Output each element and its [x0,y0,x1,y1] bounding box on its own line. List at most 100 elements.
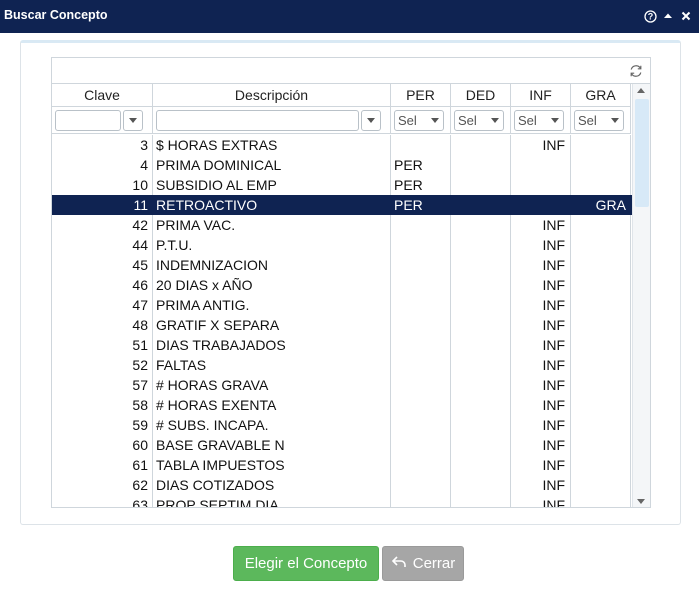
table-row[interactable]: 60 BASE GRAVABLE N INF [52,435,632,455]
header-ded[interactable]: DED [451,84,511,106]
close-icon[interactable] [679,9,693,23]
cell-per [391,475,451,495]
cell-inf: INF [511,495,571,507]
cell-inf: INF [511,375,571,395]
table-row[interactable]: 45 INDEMNIZACION INF [52,255,632,275]
cell-gra [571,435,631,455]
table-row[interactable]: 44 P.T.U. INF [52,235,632,255]
descripcion-filter-input[interactable] [156,109,359,131]
close-button[interactable]: Cerrar [382,546,464,581]
cell-inf: INF [511,215,571,235]
ded-filter-select[interactable]: Sel [454,109,504,131]
cell-descripcion: PRIMA VAC. [153,215,391,235]
cell-gra [571,395,631,415]
cell-clave: 61 [52,455,153,475]
cell-per [391,335,451,355]
table-row[interactable]: 52 FALTAS INF [52,355,632,375]
cell-gra [571,235,631,255]
cell-descripcion: RETROACTIVO [153,195,391,215]
table-row[interactable]: 63 PROP SEPTIM DIA INF [52,495,632,507]
cell-per [391,455,451,475]
buscar-concepto-dialog: Buscar Concepto ? Clave Descripción PER … [0,0,699,599]
vertical-scrollbar[interactable] [632,84,650,507]
cell-descripcion: SUBSIDIO AL EMP [153,175,391,195]
cell-descripcion: PRIMA DOMINICAL [153,155,391,175]
cell-descripcion: P.T.U. [153,235,391,255]
table-row[interactable]: 57 # HORAS GRAVA INF [52,375,632,395]
gra-filter-value: Sel [578,112,597,128]
cell-per [391,275,451,295]
cell-per: PER [391,155,451,175]
table-row[interactable]: 4 PRIMA DOMINICAL PER [52,155,632,175]
cell-gra [571,315,631,335]
scrollbar-thumb[interactable] [635,99,649,207]
cell-ded [451,435,511,455]
chevron-down-icon [367,117,375,123]
cell-inf [511,175,571,195]
cell-inf: INF [511,455,571,475]
cell-clave: 59 [52,415,153,435]
table-row[interactable]: 62 DIAS COTIZADOS INF [52,475,632,495]
cell-clave: 62 [52,475,153,495]
cell-inf: INF [511,275,571,295]
cell-gra [571,295,631,315]
cell-per [391,135,451,155]
header-clave[interactable]: Clave [52,84,153,106]
cell-gra [571,355,631,375]
choose-concept-button[interactable]: Elegir el Concepto [233,546,379,581]
cell-per [391,255,451,275]
cell-per [391,355,451,375]
scroll-down-icon[interactable] [637,499,645,504]
grid-body: 3 $ HORAS EXTRAS INF 4 PRIMA DOMINICAL PER 10 S… [52,135,632,507]
header-per[interactable]: PER [391,84,451,106]
table-row[interactable]: 3 $ HORAS EXTRAS INF [52,135,632,155]
cell-ded [451,215,511,235]
gra-filter-select[interactable]: Sel [574,109,624,131]
clave-filter-input[interactable] [55,109,121,131]
cell-inf: INF [511,475,571,495]
per-filter-select[interactable]: Sel [394,109,444,131]
table-row[interactable]: 47 PRIMA ANTIG. INF [52,295,632,315]
cell-ded [451,355,511,375]
table-row[interactable]: 58 # HORAS EXENTA INF [52,395,632,415]
cell-gra [571,415,631,435]
cell-ded [451,195,511,215]
table-row[interactable]: 11 RETROACTIVO PER GRA [52,195,632,215]
inf-filter-select[interactable]: Sel [514,109,564,131]
cell-descripcion: FALTAS [153,355,391,375]
cell-per [391,235,451,255]
table-row[interactable]: 46 20 DIAS x AÑO INF [52,275,632,295]
collapse-icon[interactable] [661,9,675,23]
table-row[interactable]: 42 PRIMA VAC. INF [52,215,632,235]
table-row[interactable]: 10 SUBSIDIO AL EMP PER [52,175,632,195]
cell-ded [451,295,511,315]
header-inf[interactable]: INF [511,84,571,106]
header-gra[interactable]: GRA [571,84,631,106]
table-row[interactable]: 61 TABLA IMPUESTOS INF [52,455,632,475]
cell-inf: INF [511,235,571,255]
cell-descripcion: TABLA IMPUESTOS [153,455,391,475]
descripcion-filter-dropdown[interactable] [361,109,381,131]
chevron-down-icon [491,117,499,123]
clave-filter-dropdown[interactable] [123,109,143,131]
undo-icon [391,555,407,573]
table-row[interactable]: 59 # SUBS. INCAPA. INF [52,415,632,435]
cell-ded [451,415,511,435]
chevron-down-icon [551,117,559,123]
table-row[interactable]: 51 DIAS TRABAJADOS INF [52,335,632,355]
cell-ded [451,235,511,255]
cell-descripcion: DIAS COTIZADOS [153,475,391,495]
cell-inf [511,195,571,215]
cell-gra: GRA [571,195,631,215]
help-icon[interactable]: ? [643,9,657,23]
scroll-up-icon[interactable] [637,88,645,93]
cell-ded [451,255,511,275]
header-descripcion[interactable]: Descripción [153,84,391,106]
table-row[interactable]: 48 GRATIF X SEPARA INF [52,315,632,335]
cell-ded [451,475,511,495]
cell-ded [451,155,511,175]
cell-gra [571,155,631,175]
cell-clave: 3 [52,135,153,155]
refresh-icon[interactable] [628,63,644,79]
cell-descripcion: 20 DIAS x AÑO [153,275,391,295]
